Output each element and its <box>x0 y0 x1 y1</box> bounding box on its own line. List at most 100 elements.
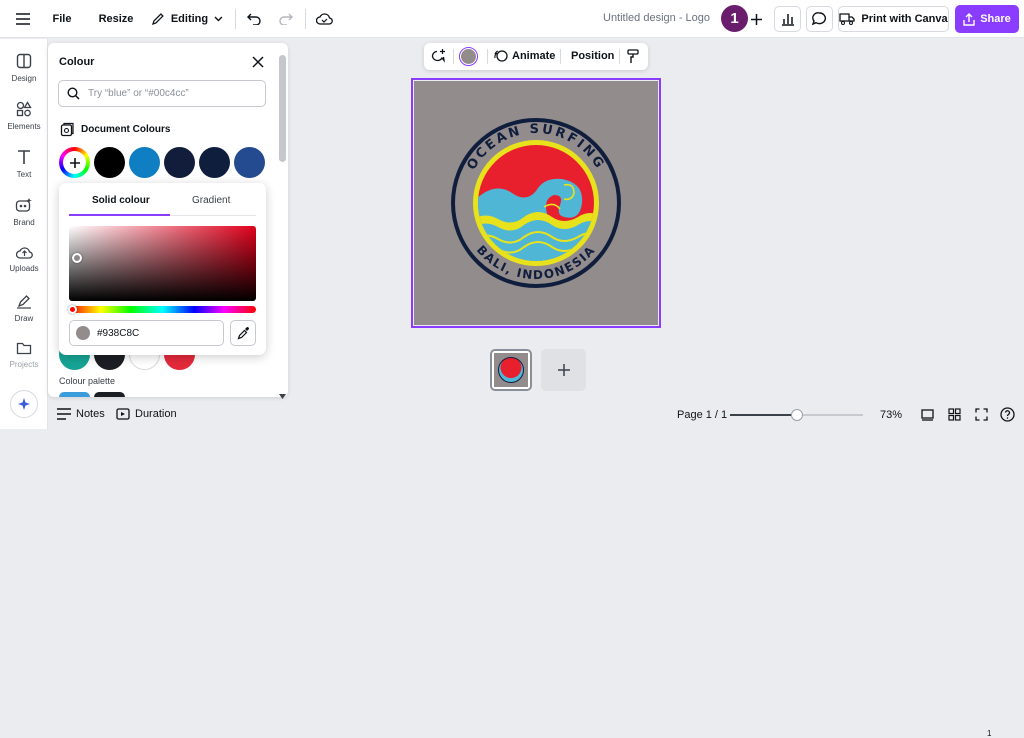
rail-item-projects[interactable]: Projects <box>0 341 48 369</box>
search-placeholder: Try “blue” or “#00c4cc” <box>88 88 189 99</box>
text-icon <box>18 150 30 164</box>
palette-swatch[interactable] <box>59 392 90 397</box>
hue-slider[interactable] <box>69 306 256 313</box>
panel-title: Colour <box>59 56 95 68</box>
position-button[interactable]: Position <box>571 50 614 62</box>
elements-icon <box>16 101 32 117</box>
design-title[interactable]: Untitled design - Logo <box>603 12 710 24</box>
redo-icon[interactable] <box>277 10 295 28</box>
paint-roller-icon[interactable] <box>627 49 641 65</box>
resize-button[interactable]: Resize <box>97 11 135 27</box>
panel-scroll-thumb[interactable] <box>279 55 286 162</box>
truck-icon <box>839 13 856 25</box>
chevron-down-icon <box>214 16 223 22</box>
rail-item-uploads[interactable]: Uploads <box>0 245 48 273</box>
hue-handle[interactable] <box>68 305 77 314</box>
thumbnail-page-number: 1 <box>987 729 992 738</box>
eyedropper-icon <box>237 326 249 339</box>
design-canvas[interactable]: OCEAN SURFING BALI, INDONESIA <box>414 81 658 325</box>
plus-icon <box>557 364 570 376</box>
scroll-down-icon[interactable] <box>279 386 286 399</box>
element-colour-swatch[interactable] <box>459 47 478 66</box>
duration-icon <box>116 408 130 420</box>
page-view-icon[interactable] <box>921 408 935 422</box>
uploads-icon <box>15 247 33 259</box>
colour-search-input[interactable]: Try “blue” or “#00c4cc” <box>58 80 266 107</box>
rail-item-text[interactable]: Text <box>0 149 48 179</box>
share-label: Share <box>980 13 1011 25</box>
rail-label: Elements <box>7 122 41 131</box>
cloud-save-icon[interactable] <box>314 10 334 28</box>
notes-icon <box>57 408 71 420</box>
print-with-canva-button[interactable]: Print with Canva <box>838 6 949 32</box>
divider <box>453 49 454 64</box>
fullscreen-icon[interactable] <box>975 408 989 422</box>
search-icon <box>67 87 80 100</box>
saturation-handle[interactable] <box>72 253 82 263</box>
page-thumbnail[interactable]: 1 <box>490 349 991 738</box>
magic-assistant-button[interactable] <box>10 390 38 418</box>
editing-mode-button[interactable]: Editing <box>151 8 223 30</box>
palette-doc-icon <box>60 122 74 137</box>
rail-item-draw[interactable]: Draw <box>0 293 48 323</box>
document-colour-swatch[interactable] <box>164 147 195 178</box>
divider <box>560 49 561 64</box>
zoom-slider-handle[interactable] <box>791 409 803 421</box>
help-icon[interactable] <box>1000 407 1016 423</box>
add-colour-inner <box>63 151 86 174</box>
document-colours-label: Document Colours <box>81 124 171 135</box>
page-indicator[interactable]: Page 1 / 1 <box>677 409 727 421</box>
zoom-slider-fill <box>730 414 791 416</box>
rail-label: Uploads <box>9 264 39 273</box>
share-icon <box>963 12 975 26</box>
rail-item-elements[interactable]: Elements <box>0 101 48 131</box>
palette-swatch[interactable] <box>94 392 125 397</box>
share-button[interactable]: Share <box>955 5 1019 33</box>
comment-add-icon[interactable] <box>430 49 446 65</box>
thumbnail-logo <box>498 357 524 383</box>
rail-item-brand[interactable]: Brand <box>0 197 48 227</box>
saturation-value-area[interactable] <box>69 226 256 301</box>
insights-button[interactable] <box>774 6 801 32</box>
add-page-button[interactable] <box>541 349 586 391</box>
rail-label: Brand <box>13 218 35 227</box>
divider <box>619 49 620 64</box>
notes-button[interactable]: Notes <box>57 408 105 420</box>
top-bar: File Resize Editing Untitled design - Lo… <box>0 0 1024 38</box>
notes-label: Notes <box>76 408 105 420</box>
avatar[interactable]: 1 <box>721 5 748 32</box>
bar-chart-icon <box>781 13 794 26</box>
document-colour-swatch[interactable] <box>234 147 265 178</box>
surf-logo: OCEAN SURFING BALI, INDONESIA <box>451 118 621 288</box>
menu-icon[interactable] <box>14 11 32 27</box>
pencil-icon <box>151 13 164 25</box>
document-colour-swatch[interactable] <box>94 147 125 178</box>
tab-underline <box>69 214 170 216</box>
zoom-level[interactable]: 73% <box>880 409 902 421</box>
add-collaborator-icon[interactable] <box>748 10 764 28</box>
comments-button[interactable] <box>806 6 833 32</box>
document-colour-swatch[interactable] <box>129 147 160 178</box>
rail-label: Draw <box>14 314 34 323</box>
side-rail: Design Elements Text Brand Uploads Draw … <box>0 39 48 429</box>
close-icon[interactable] <box>252 55 266 69</box>
duration-button[interactable]: Duration <box>116 408 177 420</box>
hex-input[interactable]: #938C8C <box>69 320 224 346</box>
tab-gradient[interactable]: Gradient <box>192 195 230 206</box>
document-colour-swatch[interactable] <box>199 147 230 178</box>
duration-label: Duration <box>135 408 177 420</box>
plus-icon <box>69 157 80 168</box>
sparkle-icon <box>17 397 30 410</box>
rail-label: Design <box>11 74 37 83</box>
hex-swatch <box>76 326 90 340</box>
projects-icon <box>16 342 32 355</box>
animate-button[interactable]: Animate <box>494 49 555 63</box>
eyedropper-button[interactable] <box>230 320 256 346</box>
editing-label: Editing <box>170 13 209 25</box>
add-colour-button[interactable] <box>59 147 90 178</box>
undo-icon[interactable] <box>245 10 263 28</box>
rail-item-design[interactable]: Design <box>0 53 48 83</box>
tab-solid-colour[interactable]: Solid colour <box>92 195 150 206</box>
grid-view-icon[interactable] <box>948 408 962 422</box>
file-menu[interactable]: File <box>47 11 77 27</box>
